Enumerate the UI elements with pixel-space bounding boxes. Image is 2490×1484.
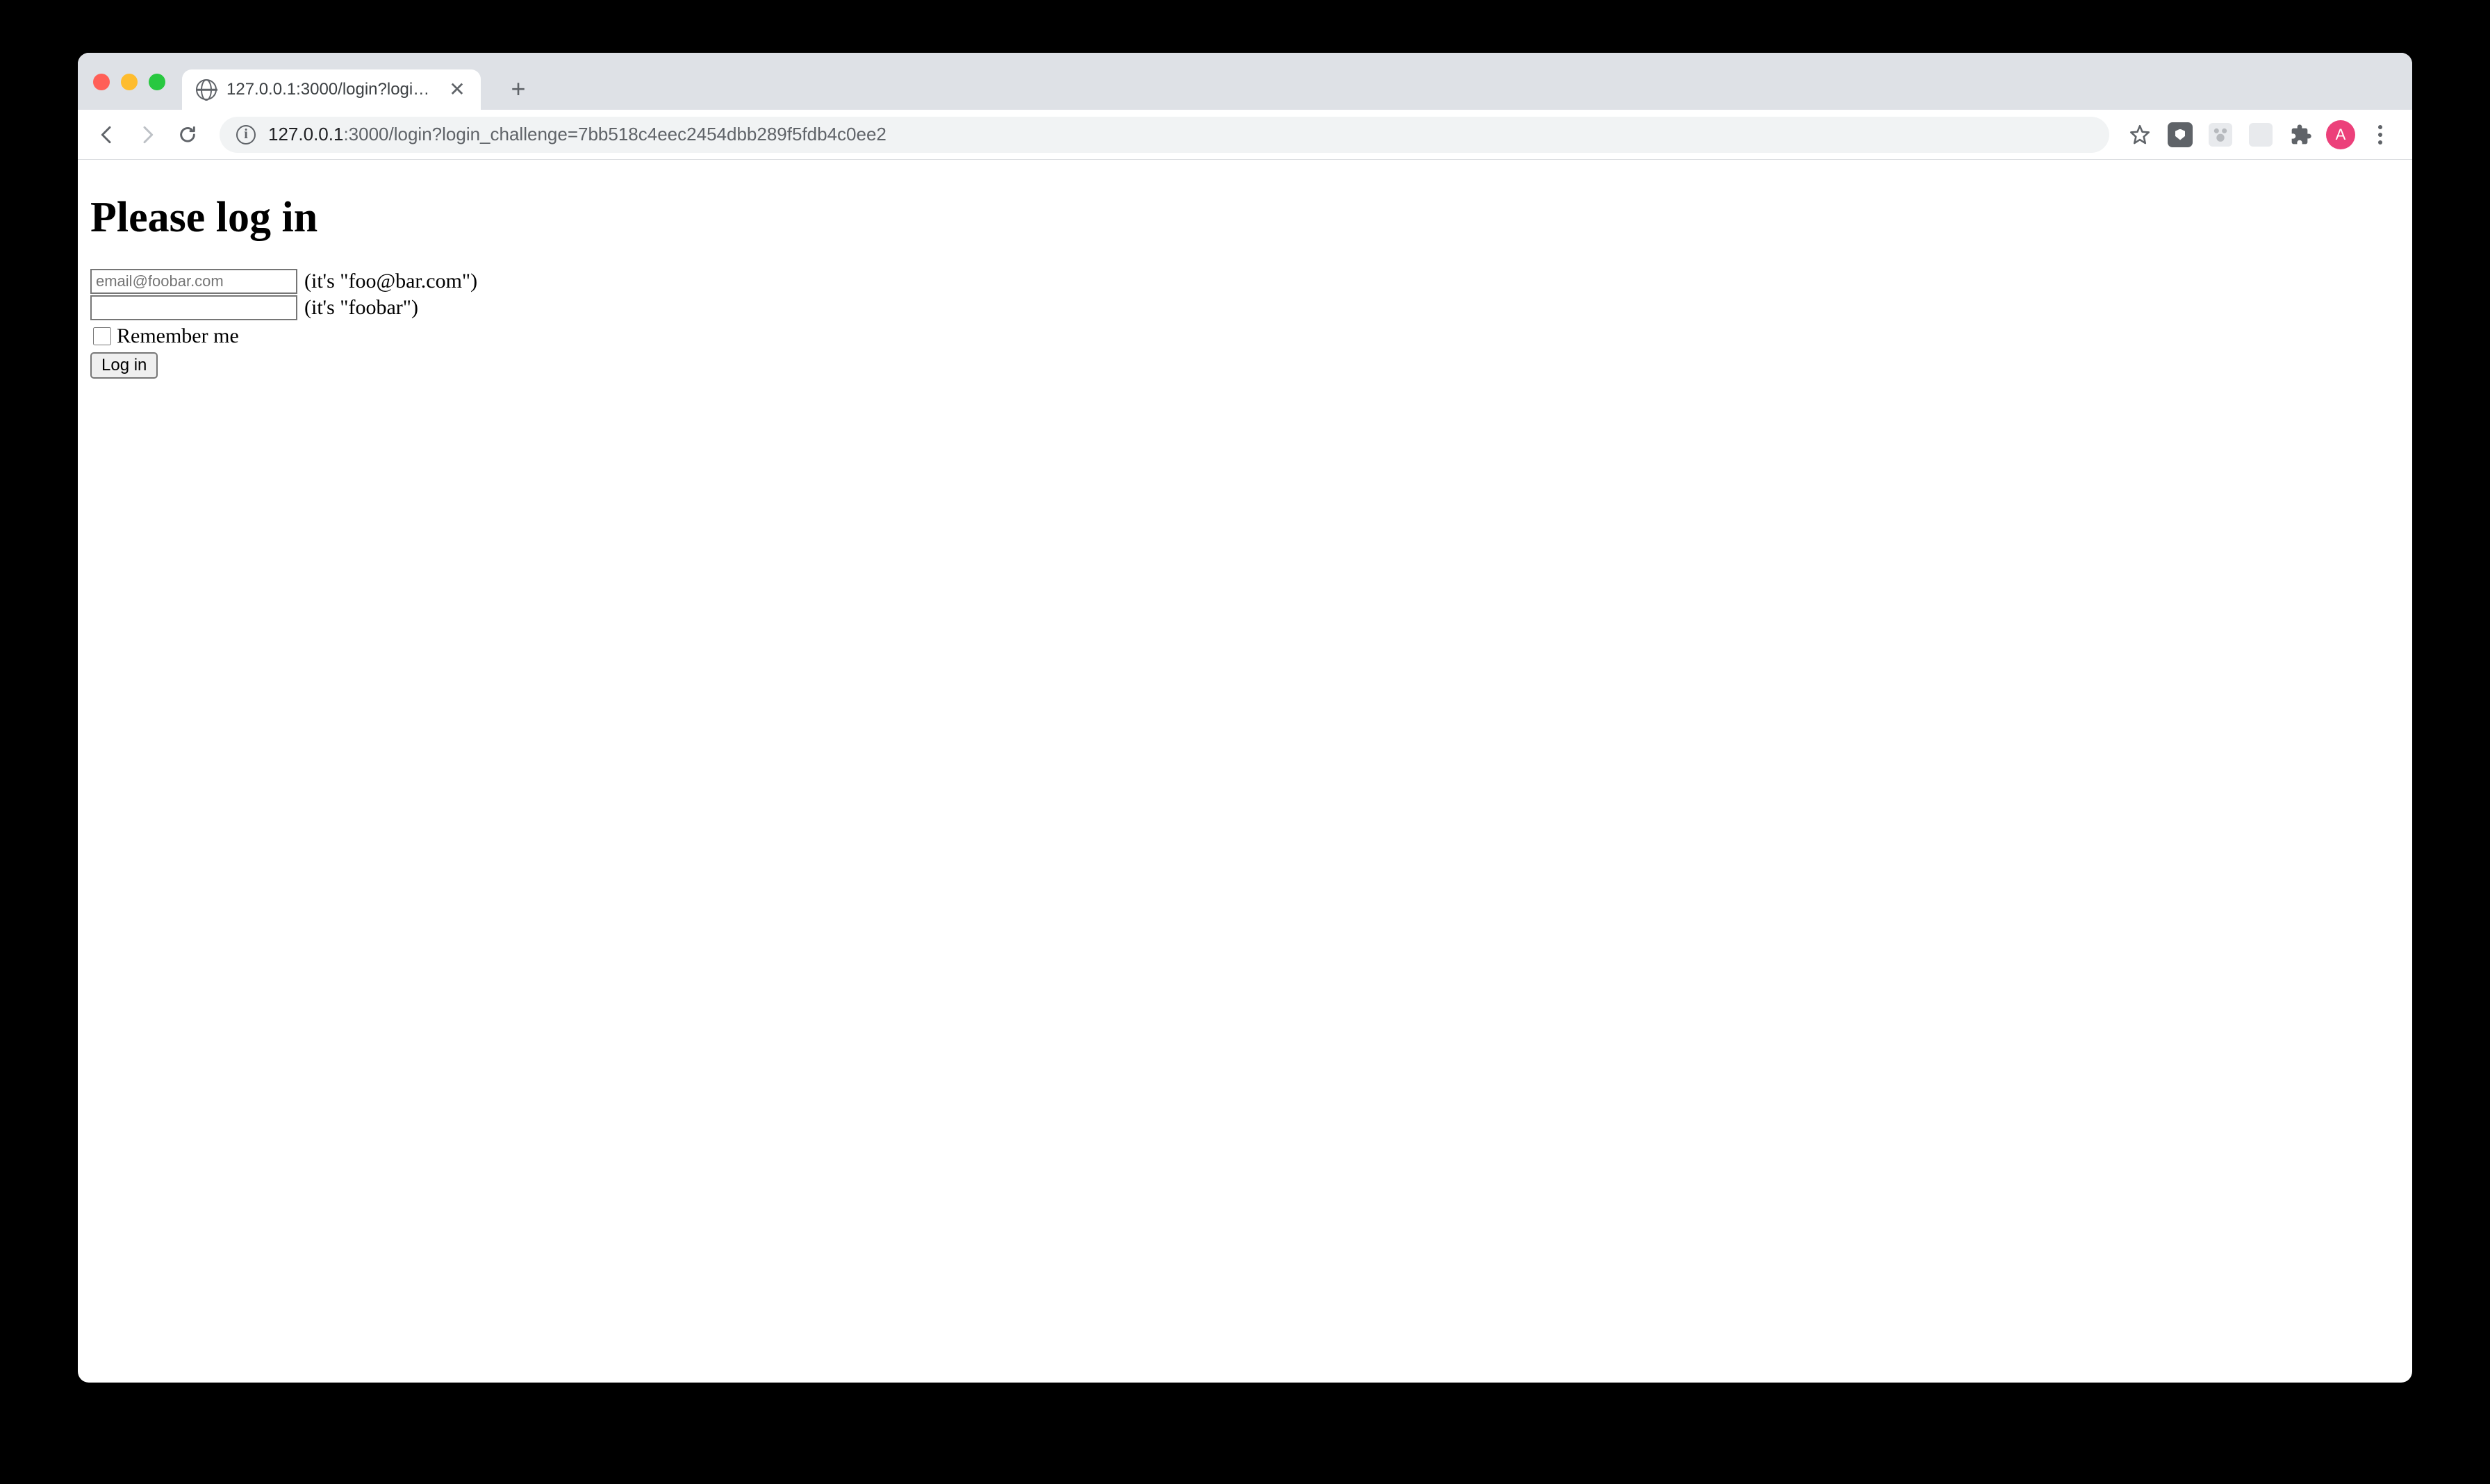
remember-row: Remember me xyxy=(90,324,2400,348)
new-tab-button[interactable]: + xyxy=(500,71,536,107)
window-close-button[interactable] xyxy=(93,74,110,90)
url-host: 127.0.0.1 xyxy=(268,124,343,145)
browser-tab[interactable]: 127.0.0.1:3000/login?login_ch… ✕ xyxy=(182,69,481,110)
browser-window: 127.0.0.1:3000/login?login_ch… ✕ + 127.0… xyxy=(78,53,2412,1383)
extension-icon-2[interactable] xyxy=(2245,119,2276,150)
back-button[interactable] xyxy=(90,118,124,151)
email-input[interactable] xyxy=(90,269,297,294)
browser-toolbar: 127.0.0.1:3000/login?login_challenge=7bb… xyxy=(78,110,2412,160)
site-info-icon[interactable] xyxy=(236,125,256,145)
email-hint: (it's "foo@bar.com") xyxy=(304,270,477,293)
extensions-puzzle-icon[interactable] xyxy=(2286,119,2316,150)
shield-extension-icon[interactable] xyxy=(2165,119,2195,150)
extension-icon-1[interactable] xyxy=(2205,119,2236,150)
page-heading: Please log in xyxy=(90,193,2400,242)
profile-avatar[interactable]: A xyxy=(2326,120,2355,149)
remember-label: Remember me xyxy=(117,324,239,348)
tab-title: 127.0.0.1:3000/login?login_ch… xyxy=(226,80,438,99)
close-tab-button[interactable]: ✕ xyxy=(447,80,467,99)
globe-icon xyxy=(196,79,217,100)
reload-button[interactable] xyxy=(171,118,204,151)
password-input[interactable] xyxy=(90,295,297,320)
login-button[interactable]: Log in xyxy=(90,352,158,379)
window-controls xyxy=(93,74,165,90)
avatar-letter: A xyxy=(2336,126,2346,144)
password-row: (it's "foobar") xyxy=(90,295,2400,320)
url-path: :3000/login?login_challenge=7bb518c4eec2… xyxy=(343,124,886,145)
address-bar[interactable]: 127.0.0.1:3000/login?login_challenge=7bb… xyxy=(220,117,2109,153)
remember-checkbox[interactable] xyxy=(93,327,111,345)
toolbar-right: A xyxy=(2125,119,2400,150)
password-hint: (it's "foobar") xyxy=(304,296,418,320)
email-row: (it's "foo@bar.com") xyxy=(90,269,2400,294)
window-minimize-button[interactable] xyxy=(121,74,138,90)
bookmark-star-icon[interactable] xyxy=(2125,119,2155,150)
page-body: Please log in (it's "foo@bar.com") (it's… xyxy=(78,160,2412,391)
tab-strip: 127.0.0.1:3000/login?login_ch… ✕ + xyxy=(78,53,2412,110)
window-maximize-button[interactable] xyxy=(149,74,165,90)
url-text: 127.0.0.1:3000/login?login_challenge=7bb… xyxy=(268,124,887,145)
browser-menu-button[interactable] xyxy=(2365,119,2396,150)
forward-button[interactable] xyxy=(131,118,164,151)
